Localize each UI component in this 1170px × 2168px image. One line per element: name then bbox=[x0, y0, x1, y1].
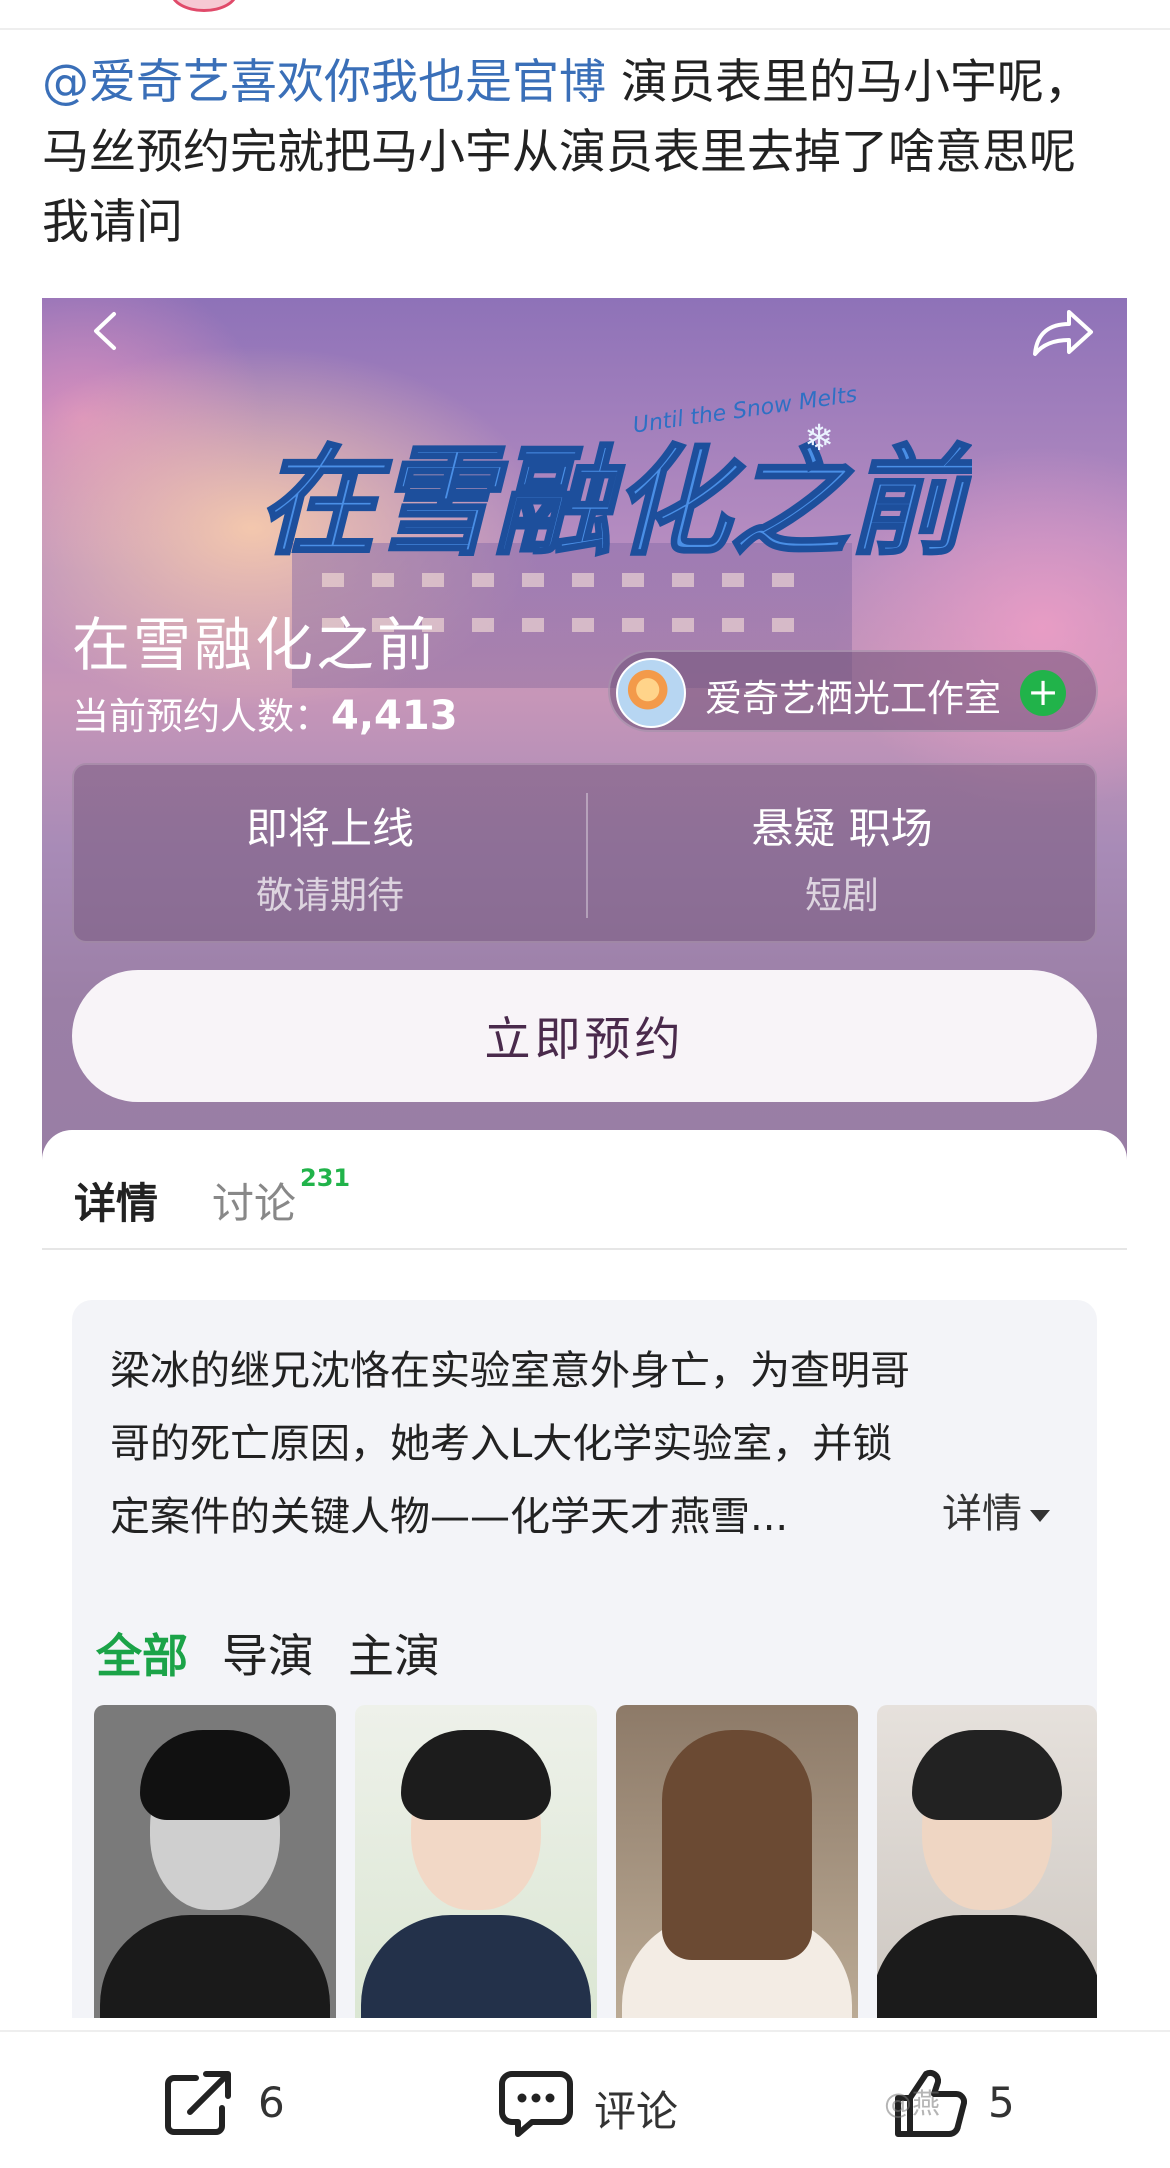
more-details-link[interactable]: 详情 bbox=[942, 1481, 1050, 1539]
drama-card[interactable]: 在雪融化之前 Until the Snow Melts ❄ 在雪融化之前 当前预… bbox=[42, 298, 1127, 2018]
repost-count: 6 bbox=[258, 2078, 285, 2127]
caret-down-icon bbox=[1030, 1510, 1050, 1522]
snowflake-icon: ❄ bbox=[804, 418, 835, 459]
back-arrow-icon[interactable] bbox=[82, 306, 132, 356]
reserve-button[interactable]: 立即预约 bbox=[72, 970, 1097, 1102]
tab-divider bbox=[42, 1248, 1127, 1250]
format-text: 短剧 bbox=[805, 874, 879, 917]
comment-button[interactable]: 评论 bbox=[498, 2068, 728, 2138]
status-column: 即将上线 敬请期待 bbox=[74, 765, 586, 945]
avatar[interactable] bbox=[170, 0, 238, 12]
studio-badge[interactable]: 爱奇艺栖光工作室 + bbox=[608, 650, 1098, 732]
reservation-label: 当前预约人数： bbox=[72, 695, 331, 738]
post-body: @爱奇艺喜欢你我也是官博 演员表里的马小宇呢， 马丝预约完就把马小宇从演员表里去… bbox=[42, 48, 1132, 258]
cast-photo[interactable] bbox=[616, 1705, 858, 2018]
tab-discussion[interactable]: 讨论 bbox=[212, 1170, 296, 1231]
comment-label: 评论 bbox=[594, 2087, 679, 2136]
genre-text: 悬疑 职场 bbox=[751, 804, 933, 853]
cast-photo[interactable] bbox=[355, 1705, 597, 2018]
repost-button[interactable]: 6 bbox=[162, 2068, 312, 2138]
drama-logo-text: 在雪融化之前 bbox=[258, 432, 972, 571]
drama-logo: 在雪融化之前 bbox=[256, 431, 972, 573]
more-details-label: 详情 bbox=[942, 1491, 1022, 1537]
genre-column[interactable]: 悬疑 职场 短剧 bbox=[586, 765, 1098, 945]
post-text-line3: 我请问 bbox=[42, 195, 183, 250]
studio-name[interactable]: 爱奇艺栖光工作室 bbox=[705, 668, 1001, 722]
like-count: 5 bbox=[988, 2078, 1015, 2127]
info-panel: 即将上线 敬请期待 悬疑 职场 短剧 bbox=[72, 763, 1097, 943]
post-text-line2: 马丝预约完就把马小宇从演员表里去掉了啥意思呢 bbox=[42, 125, 1076, 180]
reservation-number: 4,413 bbox=[331, 693, 458, 739]
status-text: 即将上线 bbox=[245, 804, 414, 853]
reservation-count: 当前预约人数：4,413 bbox=[72, 686, 458, 740]
status-subtext: 敬请期待 bbox=[256, 874, 404, 917]
detail-sheet: 详情 讨论 231 梁冰的继兄沈恪在实验室意外身亡，为查明哥 哥的死亡原因，她考… bbox=[42, 1130, 1127, 2018]
mention-link[interactable]: @爱奇艺喜欢你我也是官博 bbox=[42, 55, 606, 110]
plus-icon[interactable]: + bbox=[1020, 670, 1066, 716]
discussion-count-badge: 231 bbox=[300, 1164, 351, 1192]
share-arrow-icon[interactable] bbox=[1027, 302, 1097, 362]
top-strip bbox=[0, 0, 1170, 30]
post-text-line1: 演员表里的马小宇呢， bbox=[606, 55, 1091, 110]
tab-details[interactable]: 详情 bbox=[74, 1170, 158, 1231]
cast-photo[interactable] bbox=[877, 1705, 1097, 2018]
watermark-text: @燕 bbox=[884, 2087, 941, 2120]
bottom-action-bar: 6 评论 5 bbox=[0, 2030, 1170, 2168]
synopsis-card: 梁冰的继兄沈恪在实验室意外身亡，为查明哥 哥的死亡原因，她考入L大化学实验室，并… bbox=[72, 1300, 1097, 2018]
cast-photo[interactable] bbox=[94, 1705, 336, 2018]
studio-avatar[interactable] bbox=[616, 658, 686, 728]
filter-lead-cast[interactable]: 主演 bbox=[348, 1620, 440, 1686]
drama-title: 在雪融化之前 bbox=[72, 611, 439, 679]
repost-icon bbox=[165, 2071, 231, 2135]
synopsis-line: 定案件的关键人物——化学天才燕雪... bbox=[110, 1494, 789, 1540]
synopsis-text: 梁冰的继兄沈恪在实验室意外身亡，为查明哥 哥的死亡原因，她考入L大化学实验室，并… bbox=[110, 1335, 910, 1554]
filter-director[interactable]: 导演 bbox=[222, 1620, 314, 1686]
synopsis-line: 哥的死亡原因，她考入L大化学实验室，并锁 bbox=[110, 1421, 893, 1467]
comment-icon bbox=[499, 2071, 573, 2137]
synopsis-line: 梁冰的继兄沈恪在实验室意外身亡，为查明哥 bbox=[110, 1348, 910, 1394]
filter-all[interactable]: 全部 bbox=[96, 1620, 188, 1686]
